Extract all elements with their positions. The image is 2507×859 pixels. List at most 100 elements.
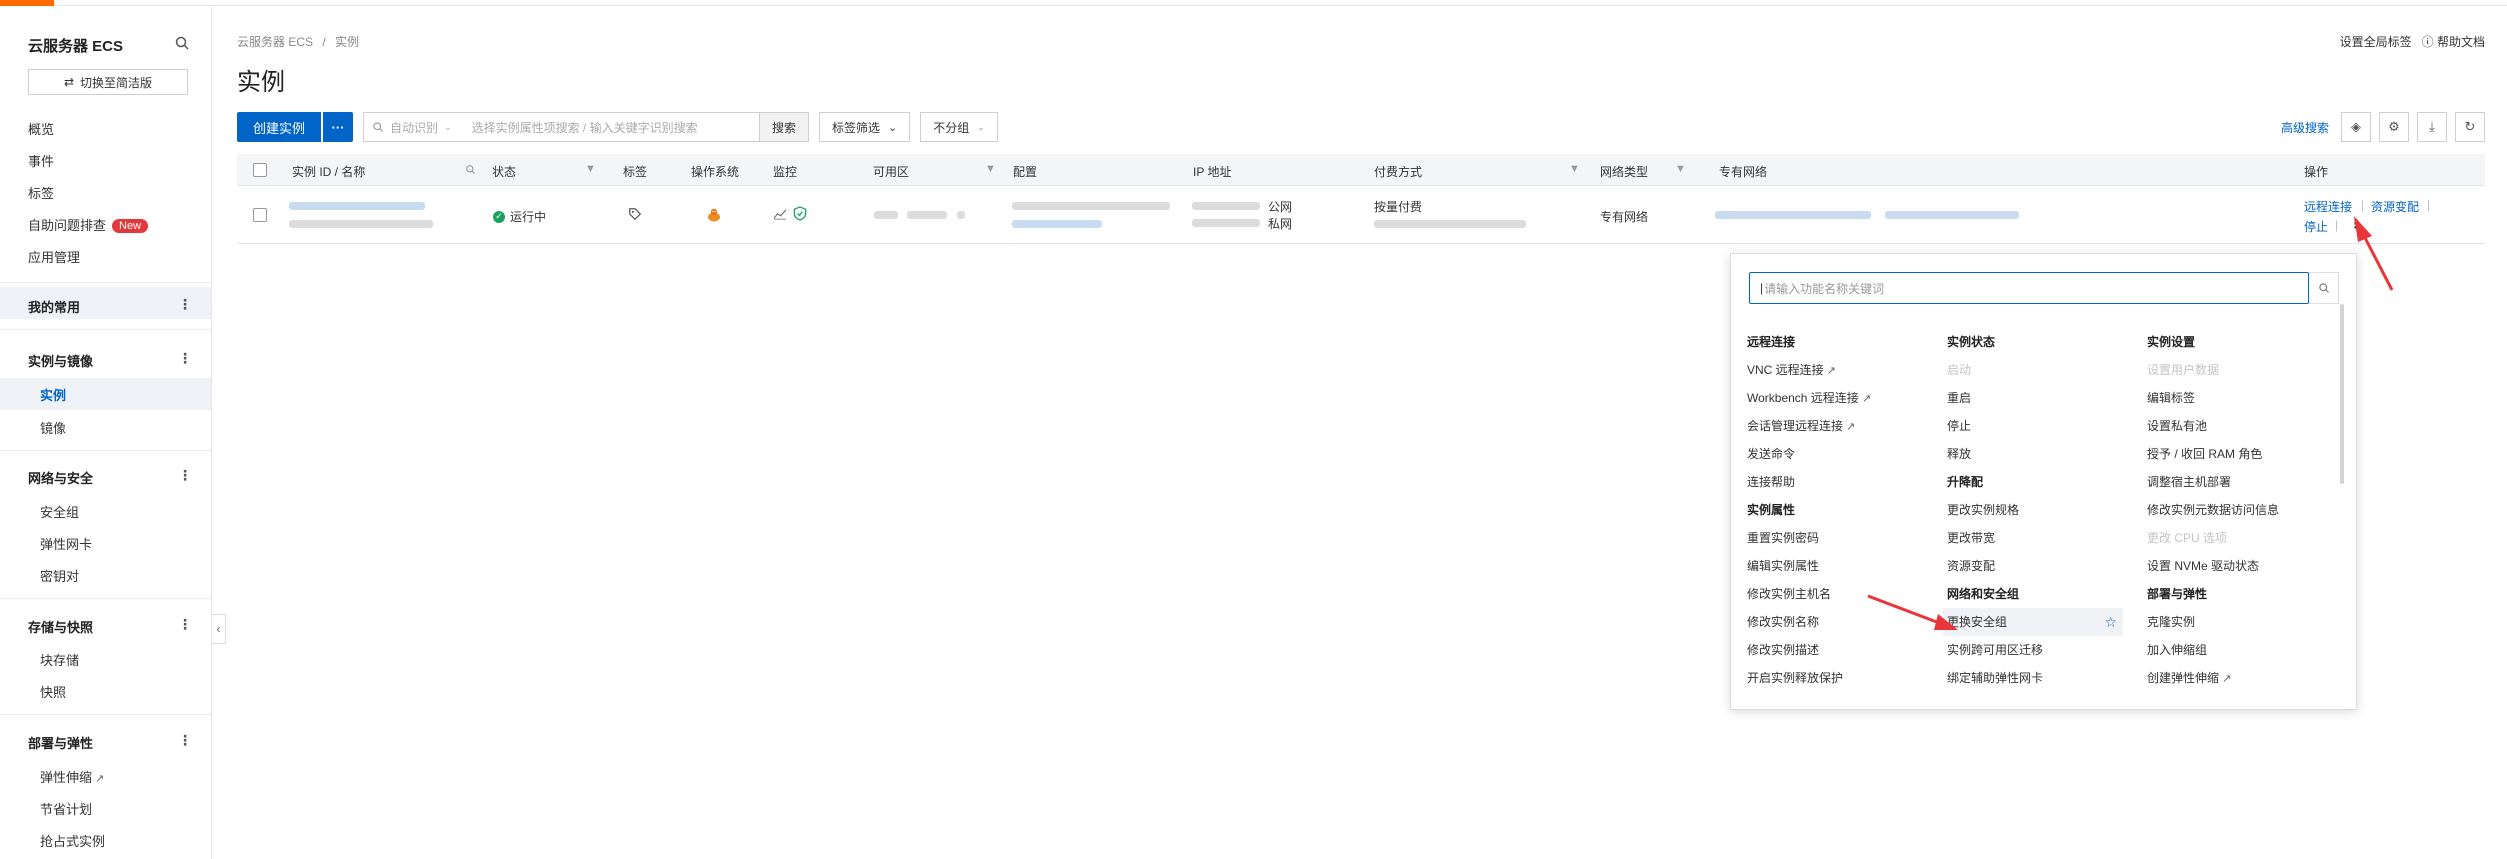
collapse-sidebar-handle[interactable]: ‹ [212,614,226,644]
menu-item[interactable]: 修改实例名称 [1747,608,1947,636]
menu-item[interactable]: 加入伸缩组 [2147,636,2347,664]
menu-item[interactable]: 重置实例密码 [1747,524,1947,552]
menu-item[interactable]: 修改实例元数据访问信息 [2147,496,2347,524]
sidebar-item-autoscaling[interactable]: 弹性伸缩 ↗ [40,767,104,786]
sidebar-item-overview[interactable]: 概览 [28,119,54,138]
global-tags-link[interactable]: 设置全局标签 [2340,33,2412,50]
instance-id-link[interactable] [289,202,425,210]
group-select[interactable]: 不分组 ⌄ [920,112,998,142]
gear-icon[interactable]: ⚙ [2379,112,2409,142]
instance-search-input[interactable]: 自动识别 ⌄ 选择实例属性项搜索 / 输入关键字识别搜索 [363,112,760,142]
menu-item[interactable]: 编辑实例属性 [1747,552,1947,580]
feature-search-input[interactable]: | 请输入功能名称关键词 [1749,272,2309,304]
more-icon[interactable]: ⋮ [178,296,192,313]
menu-item[interactable]: 创建弹性伸缩 ↗ [2147,664,2347,692]
menu-item[interactable]: 停止 [1947,412,2147,440]
menu-item[interactable]: 实例跨可用区迁移 [1947,636,2147,664]
config-link[interactable] [1012,220,1102,228]
menu-item[interactable]: 设置用户数据 [2147,356,2347,384]
external-link-icon: ↗ [95,773,105,785]
create-more-button[interactable]: ··· [323,112,354,142]
sidebar-section-storage[interactable]: 存储与快照 [28,617,93,636]
select-all-checkbox[interactable] [253,163,267,177]
more-icon[interactable]: ⋮ [178,616,192,633]
sidebar-item-events[interactable]: 事件 [28,151,54,170]
menu-item[interactable]: 更改 CPU 选项 [2147,524,2347,552]
remote-connect-link[interactable]: 远程连接 [2304,198,2352,215]
sidebar-item-tags[interactable]: 标签 [28,183,54,202]
download-icon[interactable]: ⤓ [2417,112,2447,142]
filter-icon[interactable]: ▼ [585,163,596,175]
menu-item[interactable]: 发送命令 [1747,440,1947,468]
col-status: 状态 [492,165,517,179]
sidebar-item-savings-plan[interactable]: 节省计划 [40,799,92,818]
search-prefix-select[interactable]: 自动识别 [390,119,438,136]
filter-icon[interactable]: ▼ [985,163,996,175]
menu-item[interactable]: 重启 [1947,384,2147,412]
menu-item[interactable]: 开启实例释放保护 [1747,664,1947,692]
monitor-chart-icon[interactable] [773,208,787,220]
menu-item[interactable]: 启动 [1947,356,2147,384]
search-button[interactable]: 搜索 [759,112,810,142]
menu-item[interactable]: 克隆实例 [2147,608,2347,636]
filter-icon[interactable]: ▼ [1569,163,1580,175]
menu-item[interactable]: 更改实例规格 [1947,496,2147,524]
menu-item[interactable]: 授予 / 收回 RAM 角色 [2147,440,2347,468]
more-icon[interactable]: ⋮ [178,350,192,367]
layers-icon[interactable]: ◈ [2341,112,2371,142]
stop-link[interactable]: 停止 [2304,218,2328,235]
advanced-search-link[interactable]: 高级搜索 [2281,119,2329,136]
menu-item[interactable]: 设置 NVMe 驱动状态 [2147,552,2347,580]
menu-item[interactable]: Workbench 远程连接 ↗ [1747,384,1947,412]
sidebar-item-apps[interactable]: 应用管理 [28,247,80,266]
switch-simple-mode-button[interactable]: ⇄ 切换至简洁版 [28,69,188,95]
sidebar-item-spot[interactable]: 抢占式实例 [40,831,105,850]
sidebar-item-snapshots[interactable]: 快照 [40,682,66,701]
sidebar-item-keypair[interactable]: 密钥对 [40,566,79,585]
vswitch-link[interactable] [1885,211,2019,219]
shield-icon[interactable] [793,206,807,221]
sidebar-section-network[interactable]: 网络与安全 [28,468,93,487]
help-docs-link[interactable]: ⓘ 帮助文档 [2422,33,2485,50]
menu-item[interactable]: 调整宿主机部署 [2147,468,2347,496]
refresh-icon[interactable]: ↻ [2455,112,2485,142]
menu-item[interactable]: 会话管理远程连接 ↗ [1747,412,1947,440]
menu-item[interactable]: 更换安全组 ☆ [1943,608,2123,636]
zone-value [874,211,898,219]
menu-item[interactable]: 更改带宽 [1947,524,2147,552]
sidebar-section-favorites[interactable]: 我的常用 [28,297,80,316]
resource-change-link[interactable]: 资源变配 [2371,198,2419,215]
sidebar-item-block-storage[interactable]: 块存储 [40,650,79,669]
sidebar-item-troubleshoot[interactable]: 自助问题排查 New [28,215,149,234]
menu-item[interactable]: 释放 [1947,440,2147,468]
sidebar-item-images[interactable]: 镜像 [40,418,66,437]
feature-search-button[interactable] [2309,272,2339,304]
tag-filter-button[interactable]: 标签筛选 ⌄ [819,112,911,142]
breadcrumb-root[interactable]: 云服务器 ECS [237,35,313,49]
menu-item[interactable]: 编辑标签 [2147,384,2347,412]
divider [0,282,211,283]
menu-item[interactable]: 设置私有池 [2147,412,2347,440]
menu-item[interactable]: 修改实例描述 [1747,636,1947,664]
sidebar-item-eni[interactable]: 弹性网卡 [40,534,92,553]
menu-item[interactable]: VNC 远程连接 ↗ [1747,356,1947,384]
sidebar-section-instances[interactable]: 实例与镜像 [28,351,93,370]
menu-item[interactable]: 连接帮助 [1747,468,1947,496]
more-icon[interactable]: ⋮ [178,732,192,749]
tag-icon[interactable] [628,207,642,221]
menu-item[interactable]: 修改实例主机名 [1747,580,1947,608]
search-icon[interactable] [174,35,190,51]
sidebar-section-deploy[interactable]: 部署与弹性 [28,733,93,752]
vpc-link[interactable] [1715,211,1871,219]
more-actions-icon[interactable]: ⋮ [2349,216,2362,232]
menu-item[interactable]: 资源变配 [1947,552,2147,580]
create-instance-button[interactable]: 创建实例 [237,112,322,142]
sidebar-item-instances[interactable]: 实例 [40,385,66,404]
menu-item[interactable]: 绑定辅助弹性网卡 [1947,664,2147,692]
sidebar-item-security-group[interactable]: 安全组 [40,502,79,521]
filter-icon[interactable]: ▼ [1675,163,1686,175]
search-icon[interactable] [465,164,476,175]
row-checkbox[interactable] [253,208,267,222]
more-icon[interactable]: ⋮ [178,467,192,484]
star-icon[interactable]: ☆ [2104,608,2117,636]
